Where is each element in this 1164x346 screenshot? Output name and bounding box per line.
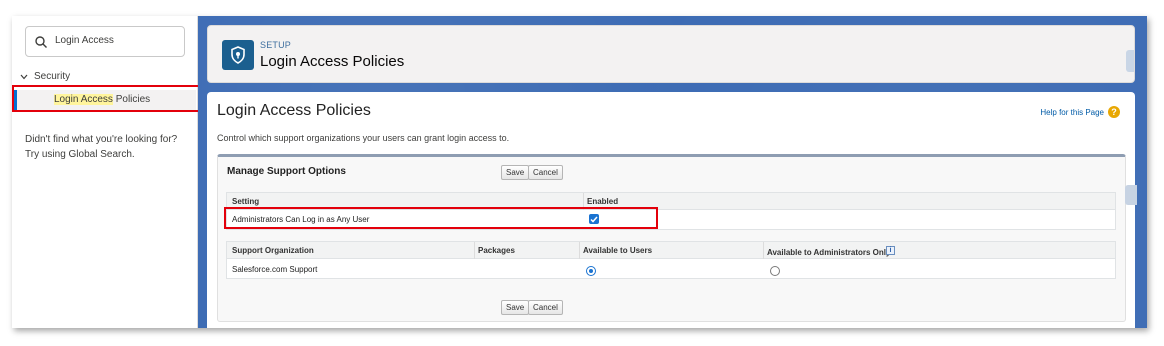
column-header-enabled: Enabled bbox=[587, 197, 619, 206]
tree-section-security[interactable]: Security bbox=[20, 71, 70, 82]
setup-label: SETUP bbox=[260, 40, 292, 50]
column-divider bbox=[474, 242, 475, 259]
help-link[interactable]: Help for this Page ? bbox=[1040, 106, 1120, 118]
column-header-available-to-users: Available to Users bbox=[583, 246, 653, 255]
cancel-button-bottom[interactable]: Cancel bbox=[528, 300, 563, 315]
annotation-highlight-box bbox=[224, 207, 658, 229]
column-header-setting: Setting bbox=[232, 197, 260, 206]
page-description: Control which support organizations your… bbox=[217, 133, 510, 143]
setup-sidebar: Login Access Security Login Access Polic… bbox=[12, 16, 200, 328]
org-table-header: Support Organization Packages Available … bbox=[227, 242, 1115, 259]
not-found-message: Didn't find what you're looking for? Try… bbox=[25, 134, 178, 160]
app-frame: Login Access Security Login Access Polic… bbox=[12, 16, 1147, 328]
main-content-area: SETUP Login Access Policies Login Access… bbox=[198, 16, 1147, 328]
info-icon[interactable]: i bbox=[886, 246, 895, 255]
column-header-available-to-admins: Available to Administrators Only bbox=[767, 248, 891, 257]
search-icon bbox=[35, 36, 47, 48]
quick-find-input[interactable]: Login Access bbox=[25, 26, 185, 57]
content-card: Login Access Policies Help for this Page… bbox=[207, 92, 1137, 328]
side-panel-toggle[interactable] bbox=[1126, 50, 1134, 72]
page-header: SETUP Login Access Policies bbox=[207, 25, 1135, 83]
page-title: Login Access Policies bbox=[260, 53, 405, 70]
shield-icon bbox=[222, 40, 254, 70]
column-header-support-organization: Support Organization bbox=[232, 246, 314, 255]
available-to-users-radio[interactable] bbox=[586, 266, 596, 276]
cancel-button-top[interactable]: Cancel bbox=[528, 165, 563, 180]
support-org-name: Salesforce.com Support bbox=[232, 265, 318, 274]
support-organization-table: Support Organization Packages Available … bbox=[226, 241, 1116, 279]
content-title: Login Access Policies bbox=[217, 102, 371, 119]
quick-find-value: Login Access bbox=[55, 35, 114, 46]
annotation-highlight-box bbox=[12, 85, 200, 112]
tree-section-label: Security bbox=[34, 71, 71, 82]
save-button-top[interactable]: Save bbox=[501, 165, 530, 180]
help-link-label: Help for this Page bbox=[1040, 107, 1104, 117]
chevron-down-icon bbox=[20, 74, 28, 79]
available-to-admins-radio[interactable] bbox=[770, 266, 780, 276]
column-divider bbox=[579, 242, 580, 259]
panel-title: Manage Support Options bbox=[227, 166, 346, 177]
column-header-packages: Packages bbox=[478, 246, 515, 255]
collapse-handle[interactable] bbox=[1125, 185, 1137, 205]
help-icon: ? bbox=[1108, 106, 1120, 118]
column-divider bbox=[763, 242, 764, 259]
manage-support-options-panel: Manage Support Options Save Cancel Setti… bbox=[217, 154, 1126, 322]
save-button-bottom[interactable]: Save bbox=[501, 300, 530, 315]
